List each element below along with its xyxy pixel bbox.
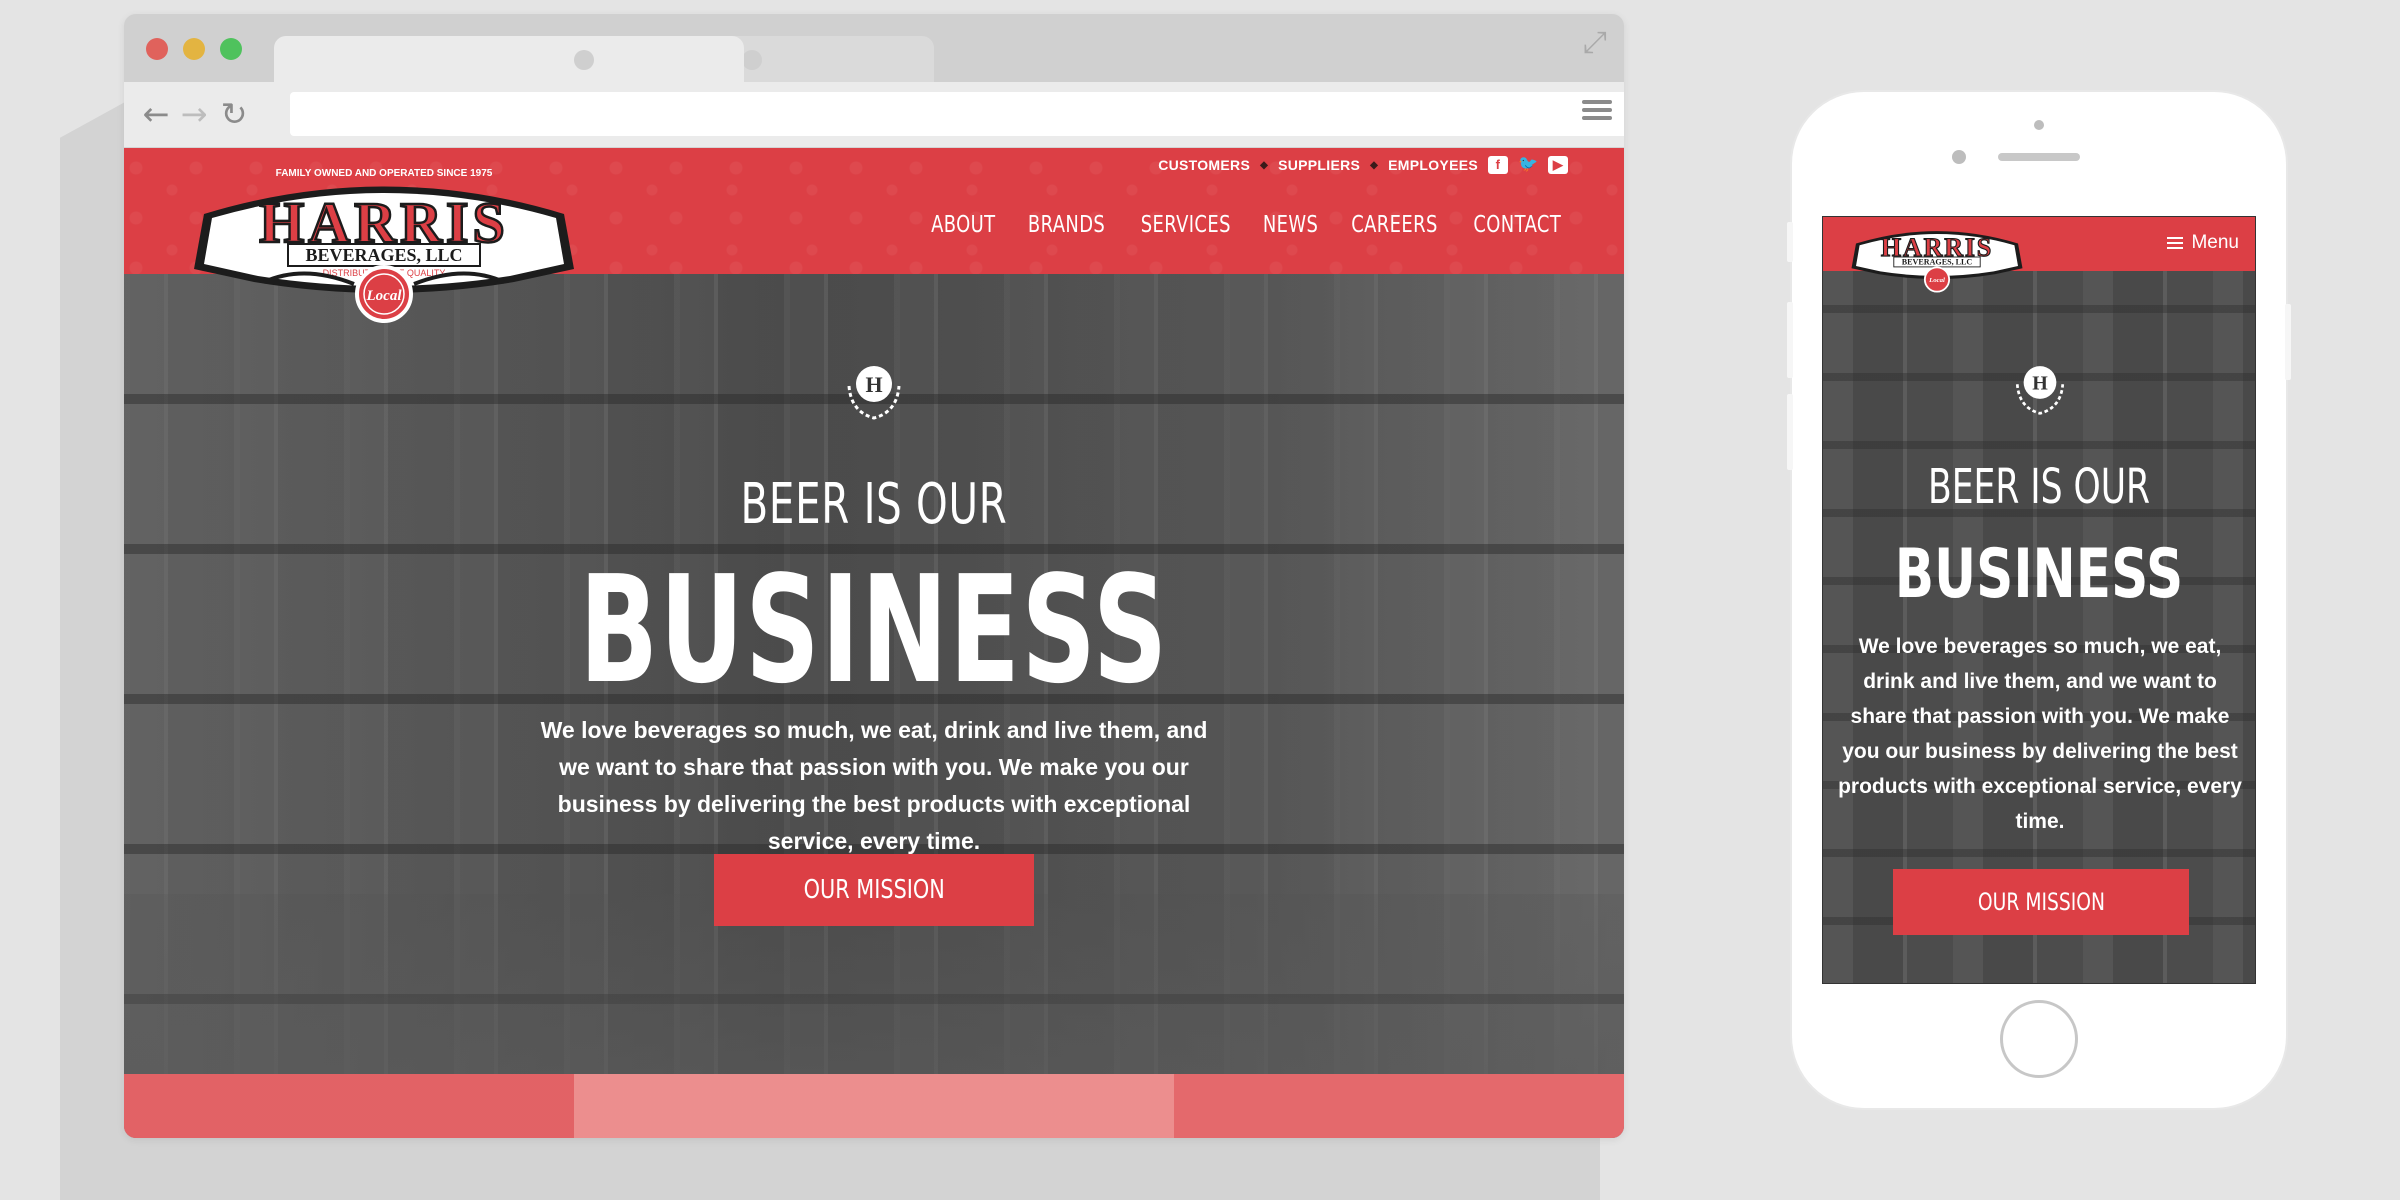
hamburger-icon <box>2167 234 2184 252</box>
hero-title: BUSINESS <box>579 544 1169 716</box>
youtube-icon[interactable]: ▶ <box>1548 156 1568 174</box>
harris-logo-mobile[interactable]: HARRIS BEVERAGES, LLC Local <box>1839 221 2035 293</box>
nav-contact[interactable]: CONTACT <box>1474 212 1562 238</box>
logo-tagline: FAMILY OWNED AND OPERATED SINCE 1975 <box>276 168 493 179</box>
mobile-hero-pre-title: BEER IS OUR <box>1927 459 2151 515</box>
phone-speaker <box>1998 153 2080 161</box>
reload-icon[interactable]: ↻ <box>214 94 254 134</box>
mobile-our-mission-label: OUR MISSION <box>1977 888 2105 916</box>
maximize-window-button[interactable] <box>220 38 242 60</box>
browser-toolbar: ← → ↻ ★ <box>124 82 1624 148</box>
back-arrow-icon[interactable]: ← <box>136 94 176 134</box>
expand-icon[interactable]: ⤢ <box>1578 26 1612 60</box>
mobile-logo-seal-text: Local <box>1928 277 1945 284</box>
hero-section: H BEER IS OUR BUSINESS We love beverages… <box>124 274 1624 1074</box>
tab-close-icon[interactable] <box>742 50 762 70</box>
hero-content: H BEER IS OUR BUSINESS We love beverages… <box>124 274 1624 1074</box>
mobile-logo-subtitle: BEVERAGES, LLC <box>1902 258 1973 267</box>
employees-link[interactable]: EMPLOYEES <box>1388 157 1478 173</box>
nav-careers[interactable]: CAREERS <box>1351 212 1438 238</box>
nav-news[interactable]: NEWS <box>1263 212 1318 238</box>
mobile-menu-button[interactable]: Menu <box>2167 229 2239 257</box>
our-mission-label: OUR MISSION <box>803 875 945 905</box>
phone-volume-up <box>1787 302 1793 378</box>
phone-camera <box>2034 120 2044 130</box>
phone-power-button <box>2285 304 2291 380</box>
tab-close-icon[interactable] <box>574 50 594 70</box>
next-section-preview <box>124 1074 1624 1138</box>
harris-logo[interactable]: FAMILY OWNED AND OPERATED SINCE 1975 HAR… <box>184 164 584 324</box>
utility-links: CUSTOMERS ◆ SUPPLIERS ◆ EMPLOYEES f 🐦 ▶ <box>1158 156 1568 174</box>
browser-window: ⤢ ← → ↻ ★ CUSTOMERS ◆ SUPPLIERS ◆ EMPLOY… <box>124 14 1624 1138</box>
address-bar[interactable]: ★ <box>290 92 1624 136</box>
website-desktop: CUSTOMERS ◆ SUPPLIERS ◆ EMPLOYEES f 🐦 ▶ … <box>124 148 1624 1138</box>
main-nav: ABOUT BRANDS SERVICES NEWS CAREERS CONTA… <box>931 212 1562 238</box>
phone-volume-down <box>1787 394 1793 470</box>
website-mobile: Menu HARRIS BEVERAGES, LLC Local H BEER … <box>1822 216 2256 984</box>
browser-tab-active[interactable] <box>274 36 744 82</box>
nav-brands[interactable]: BRANDS <box>1028 212 1105 238</box>
forward-arrow-icon[interactable]: → <box>174 94 214 134</box>
mobile-hero-text-layer: BEER IS OUR BUSINESS We love beverages s… <box>1823 217 2255 983</box>
close-window-button[interactable] <box>146 38 168 60</box>
separator-icon: ◆ <box>1370 159 1379 171</box>
hero-description: We love beverages so much, we eat, drink… <box>540 717 1208 854</box>
nav-about[interactable]: ABOUT <box>931 212 995 238</box>
menu-icon[interactable] <box>1582 96 1612 132</box>
customers-link[interactable]: CUSTOMERS <box>1158 157 1250 173</box>
phone-home-button[interactable] <box>2000 1000 2078 1078</box>
logo-subtitle: BEVERAGES, LLC <box>305 245 462 265</box>
phone-mockup: Menu HARRIS BEVERAGES, LLC Local H BEER … <box>1787 92 2291 1108</box>
mobile-hero-description: We love beverages so much, we eat, drink… <box>1838 635 2242 833</box>
crest-letter: H <box>865 372 882 397</box>
crest-icon: H <box>847 366 901 420</box>
mobile-menu-label: Menu <box>2191 232 2239 253</box>
mobile-our-mission-button[interactable]: OUR MISSION <box>1893 869 2189 935</box>
hero-pre-title: BEER IS OUR <box>740 472 1008 537</box>
nav-services[interactable]: SERVICES <box>1141 212 1231 238</box>
mobile-hero-title: BUSINESS <box>1894 535 2184 614</box>
suppliers-link[interactable]: SUPPLIERS <box>1278 157 1360 173</box>
phone-sensor <box>1952 150 1966 164</box>
separator-icon: ◆ <box>1260 159 1269 171</box>
phone-mute-switch <box>1787 222 1793 262</box>
facebook-icon[interactable]: f <box>1488 156 1508 174</box>
our-mission-button[interactable]: OUR MISSION <box>714 854 1034 926</box>
twitter-icon[interactable]: 🐦 <box>1518 156 1538 174</box>
logo-seal-text: Local <box>366 288 403 304</box>
minimize-window-button[interactable] <box>183 38 205 60</box>
tab-bar: ⤢ <box>124 14 1624 82</box>
